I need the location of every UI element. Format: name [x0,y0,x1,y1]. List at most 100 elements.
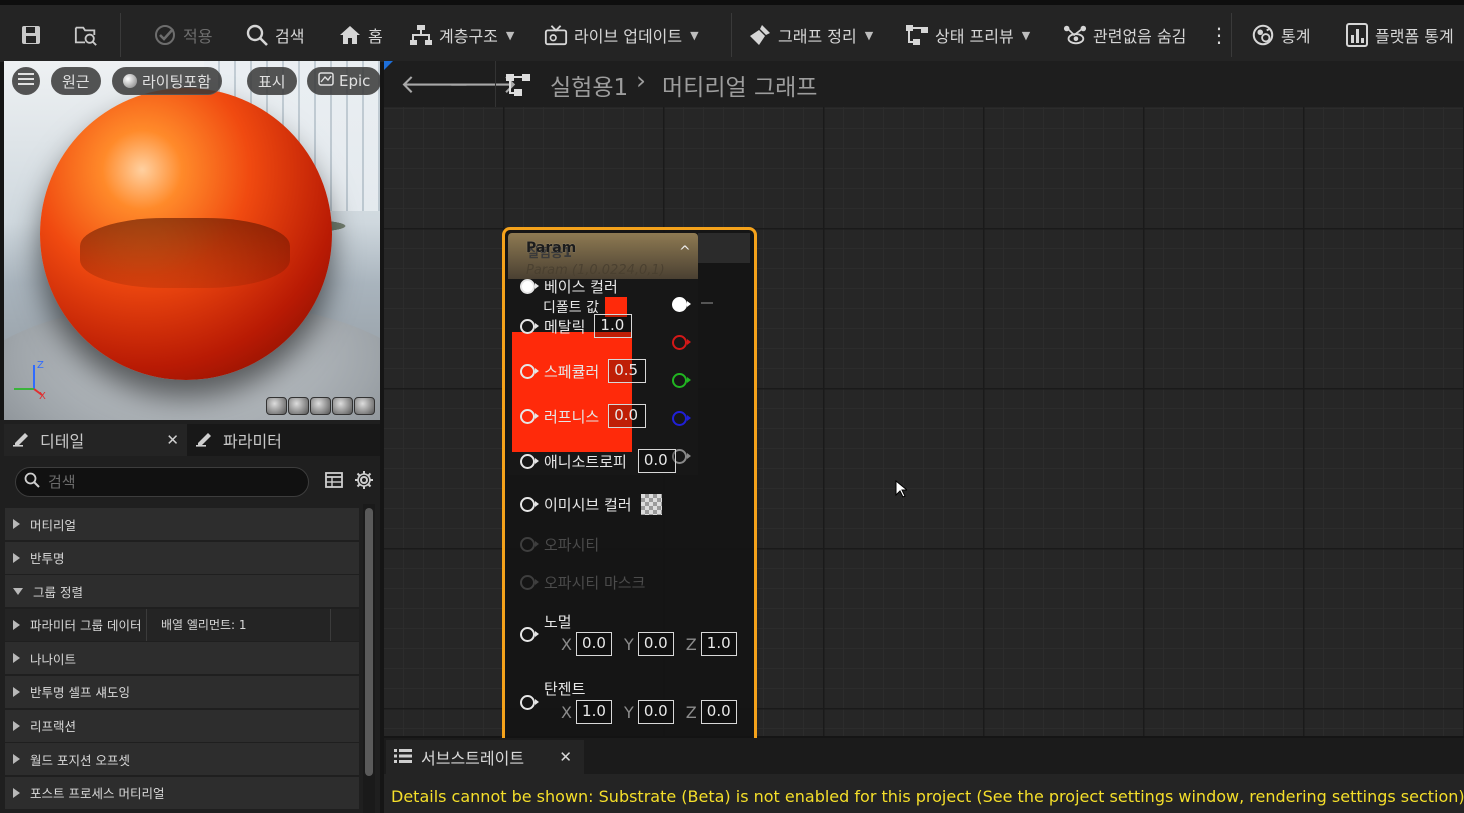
settings-button[interactable] [352,470,376,494]
category-translucency[interactable]: 반투명 [5,541,359,574]
preview-shape-buttons [266,397,375,415]
details-scrollbar[interactable] [365,508,373,776]
input-pin-icon[interactable] [520,627,539,642]
table-view-button[interactable] [322,470,346,494]
property-label: 파라미터 그룹 데이터 [30,618,142,634]
main-toolbar: 적용 검색 홈 계층구조 ▼ 라이브 업데이트 ▼ 그래프 정리 ▼ 상태 프리… [0,0,1464,62]
clean-graph-dropdown[interactable]: 그래프 정리 ▼ [748,10,873,60]
tangent-x-input[interactable]: 1.0 [575,700,612,724]
pin-anisotropy[interactable]: 애니소트로피 0.0 [520,449,676,473]
category-nanite[interactable]: 나나이트 [5,642,359,675]
category-refraction[interactable]: 리프랙션 [5,709,359,742]
collapse-arrow-icon [13,587,23,595]
preview-state-dropdown[interactable]: 상태 프리뷰 ▼ [905,10,1030,60]
parameter-group-data-row[interactable]: 파라미터 그룹 데이터 배열 엘리먼트: 1 [5,608,359,641]
category-world-position-offset[interactable]: 월드 포지션 오프셋 [5,743,359,776]
pin-opacity-mask: 오파시티 마스크 [520,572,645,593]
pin-emissive-color[interactable]: 이미시브 컬러 [520,494,662,515]
material-output-node[interactable]: 실험용1 Param Param (1,0.0224,0,1) ^ 베이스 컬러… [502,227,757,747]
viewport-menu-button[interactable] [12,67,40,95]
plane-shape-icon[interactable] [310,397,331,415]
hamburger-menu-icon [18,72,34,90]
output-pin-r-icon[interactable] [672,335,691,350]
perspective-button[interactable]: 원근 [51,67,101,95]
normal-z-input[interactable]: 1.0 [700,632,737,656]
category-group-sorting[interactable]: 그룹 정렬 [5,575,359,608]
tab-details[interactable]: 디테일 ✕ [4,424,187,456]
category-translucency-self-shadowing[interactable]: 반투명 셀프 섀도잉 [5,675,359,708]
tangent-y-input[interactable]: 0.0 [637,700,674,724]
pin-label: 스페큘러 [544,362,600,381]
scalability-button[interactable]: Epic [307,67,380,95]
roughness-value-input[interactable]: 0.0 [608,404,647,428]
perspective-label: 원근 [62,72,90,91]
browse-button[interactable]: 검색 [245,10,304,60]
browse-asset-button[interactable] [74,10,98,60]
category-material[interactable]: 머티리얼 [5,508,359,540]
teapot-shape-icon[interactable] [354,397,375,415]
input-pin-icon[interactable] [520,497,539,512]
input-pin-icon[interactable] [520,453,539,469]
sphere-shape-icon[interactable] [288,397,309,415]
stats-button[interactable]: 통계 [1251,10,1310,60]
cube-shape-icon[interactable] [332,397,353,415]
anisotropy-value-input[interactable]: 0.0 [637,449,676,473]
expand-arrow-icon [13,619,20,630]
close-icon[interactable]: ✕ [166,431,179,449]
pin-specular[interactable]: 스페큘러 0.5 [520,359,647,383]
close-icon[interactable]: ✕ [559,748,572,766]
output-pin-rgb-icon[interactable] [672,297,691,312]
param-node-header[interactable]: 실험용1 Param Param (1,0.0224,0,1) [508,233,698,279]
material-preview-viewport[interactable]: 원근 라이팅포함 표시 Epic Z X [4,61,380,420]
cylinder-shape-icon[interactable] [266,397,287,415]
collapse-chevron-icon[interactable]: ^ [679,244,691,260]
apply-label: 적용 [183,27,213,46]
view-mode-button[interactable]: 라이팅포함 [112,67,223,95]
input-pin-icon[interactable] [520,363,539,379]
more-options-button[interactable]: ⋮ [1207,10,1231,60]
search-input[interactable] [48,473,288,491]
input-pin-icon[interactable] [520,408,539,424]
hierarchy-dropdown[interactable]: 계층구조 ▼ [409,10,514,60]
z-label: Z [685,702,697,722]
live-update-dropdown[interactable]: 라이브 업데이트 ▼ [544,10,699,60]
hide-unrelated-button[interactable]: 관련없음 숨김 [1063,10,1186,60]
tab-substrate[interactable]: 서브스트레이트 ✕ [386,740,584,774]
details-search[interactable] [15,467,309,497]
live-update-label: 라이브 업데이트 [574,27,683,46]
pin-label: 이미시브 컬러 [544,496,632,514]
z-label: Z [685,634,697,654]
pin-metallic[interactable]: 메탈릭 1.0 [520,314,633,338]
pin-roughness[interactable]: 러프니스 0.0 [520,404,647,428]
pin-label: 오파시티 [544,536,600,554]
param-color-preview [512,332,632,452]
input-pin-icon[interactable] [520,318,539,334]
tab-parameters[interactable]: 파라미터 [187,424,290,456]
input-pin-icon[interactable] [520,695,539,710]
details-pencil-icon [12,429,32,451]
emissive-color-swatch[interactable] [640,494,662,515]
y-label: Y [623,634,634,654]
input-pin-icon[interactable] [520,279,539,294]
metallic-value-input[interactable]: 1.0 [594,314,633,338]
breadcrumb-asset[interactable]: 실험용1 [550,68,628,102]
normal-y-input[interactable]: 0.0 [637,632,674,656]
normal-x-input[interactable]: 0.0 [575,632,612,656]
tangent-z-input[interactable]: 0.0 [700,700,737,724]
pin-base-color[interactable]: 베이스 컬러 [520,276,618,297]
chevron-down-icon: ▼ [690,28,699,42]
output-pin-g-icon[interactable] [672,373,691,388]
hide-unrelated-icon [1063,23,1087,47]
platform-stats-button[interactable]: 플랫폼 통계 [1345,10,1454,60]
output-pin-b-icon[interactable] [672,411,691,426]
category-post-process-material[interactable]: 포스트 프로세스 머티리얼 [5,776,359,809]
apply-button[interactable]: 적용 [153,10,212,60]
save-button[interactable] [19,10,43,60]
show-button[interactable]: 표시 [247,67,297,95]
home-button[interactable]: 홈 [338,10,383,60]
table-view-icon [325,472,343,492]
specular-value-input[interactable]: 0.5 [608,359,647,383]
substrate-panel: 서브스트레이트 ✕ Details cannot be shown: Subst… [384,738,1464,813]
mouse-cursor-icon [895,480,907,498]
home-label: 홈 [368,27,383,46]
